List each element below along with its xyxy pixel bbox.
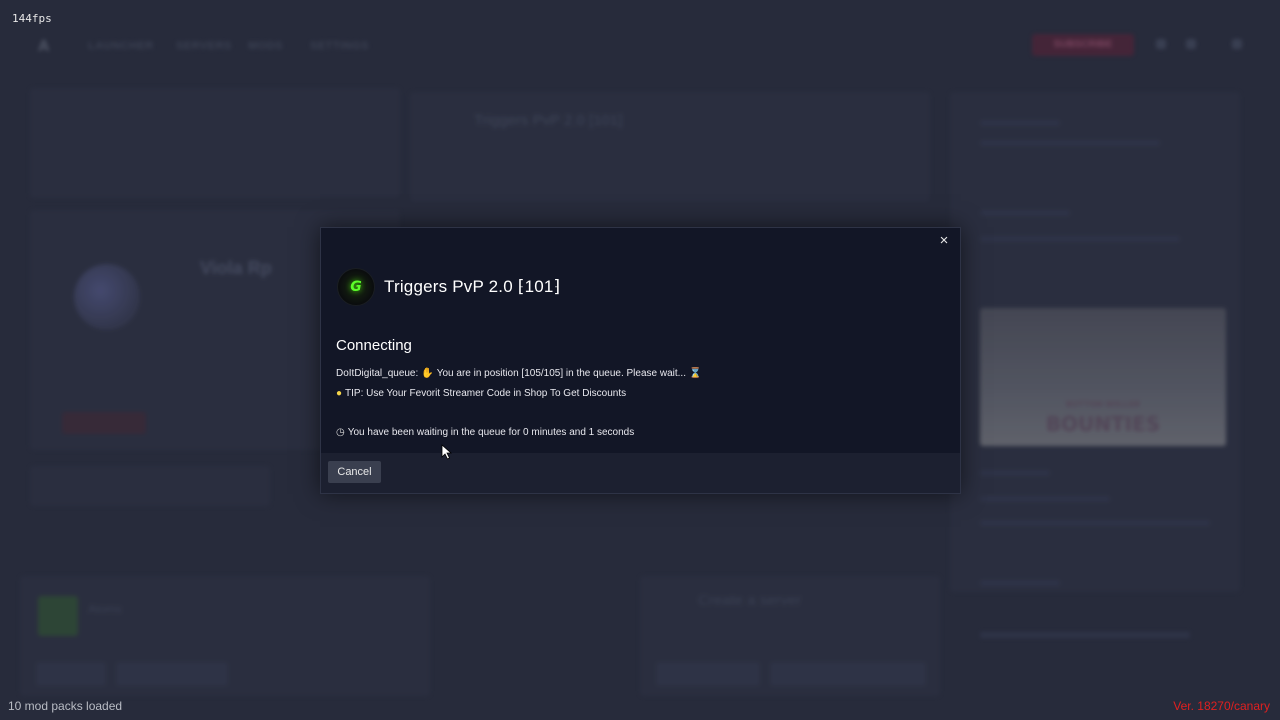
background-line — [980, 496, 1110, 502]
background-line — [980, 140, 1160, 146]
background-settings-icon — [1232, 39, 1242, 49]
background-user-icon — [1186, 39, 1196, 49]
background-bounty-title: BOUNTIES — [1045, 412, 1161, 436]
background-subscribe-button: SUBSCRIBE — [1032, 34, 1134, 56]
connecting-dialog: × G Triggers PvP 2.0 ⁅101⁆ Connecting Do… — [320, 227, 961, 494]
background-red-button — [62, 412, 146, 434]
wait-text: You have been waiting in the queue for 0… — [347, 427, 635, 438]
background-bounty-banner: BUTTON BOLLER BOUNTIES — [980, 308, 1226, 446]
lightbulb-icon: ● — [336, 388, 343, 399]
background-logo-icon: A — [38, 38, 50, 55]
background-button — [36, 662, 106, 686]
background-button — [656, 662, 760, 686]
background-atom-logo — [38, 596, 78, 636]
background-line — [980, 236, 1180, 242]
server-title: Triggers PvP 2.0 ⁅101⁆ — [384, 277, 561, 296]
background-panel — [410, 92, 930, 202]
queue-prefix: DoItDigital_queue: — [336, 368, 419, 379]
background-nav-item: LAUNCHER — [88, 40, 154, 52]
server-logo: G — [337, 268, 375, 306]
background-line — [980, 520, 1210, 526]
background-button — [770, 662, 926, 686]
background-create-label: Create a server — [698, 592, 802, 609]
background-avatar — [74, 264, 140, 330]
server-logo-glyph: G — [350, 279, 362, 295]
cancel-button[interactable]: Cancel — [328, 461, 381, 483]
status-heading: Connecting — [336, 337, 412, 354]
version-label: Ver. 18270/canary — [1173, 699, 1270, 713]
background-line — [980, 632, 1190, 638]
background-panel — [30, 88, 400, 198]
tip-text: TIP: Use Your Fevorit Streamer Code in S… — [345, 388, 627, 399]
clock-icon: ◷ — [336, 427, 345, 438]
background-line — [980, 580, 1060, 586]
mouse-cursor-icon — [441, 444, 453, 460]
background-line — [980, 470, 1050, 476]
background-bell-icon — [1156, 39, 1166, 49]
background-nav-item: SETTINGS — [310, 40, 370, 52]
background-line — [980, 120, 1060, 126]
queue-message: DoItDigital_queue: ✋ You are in position… — [336, 368, 701, 379]
hourglass-icon: ⌛ — [689, 368, 702, 379]
background-bounty-subtitle: BUTTON BOLLER — [1065, 400, 1141, 409]
mod-packs-status: 10 mod packs loaded — [8, 699, 123, 713]
tip-message: ● TIP: Use Your Fevorit Streamer Code in… — [336, 388, 626, 399]
queue-position-text: You are in position [105/105] in the que… — [436, 368, 686, 379]
background-button — [116, 662, 228, 686]
fps-counter: 144fps — [12, 12, 52, 25]
background-nav-item: SERVERS — [176, 40, 232, 52]
background-panel — [30, 466, 270, 506]
background-topbar: A LAUNCHER SERVERS MODS SETTINGS SUBSCRI… — [0, 28, 1280, 64]
background-nav-item: MODS — [248, 40, 283, 52]
background-server-name: Viola Rp — [200, 258, 272, 278]
close-icon[interactable]: × — [936, 232, 952, 250]
dialog-footer: Cancel — [321, 453, 960, 493]
background-atom-label: Atoms — [88, 602, 123, 616]
wait-message: ◷ You have been waiting in the queue for… — [336, 427, 634, 438]
background-line — [980, 210, 1070, 216]
background-header-title: Triggers PvP 2.0 [101] — [474, 112, 623, 129]
hand-icon: ✋ — [421, 368, 434, 379]
